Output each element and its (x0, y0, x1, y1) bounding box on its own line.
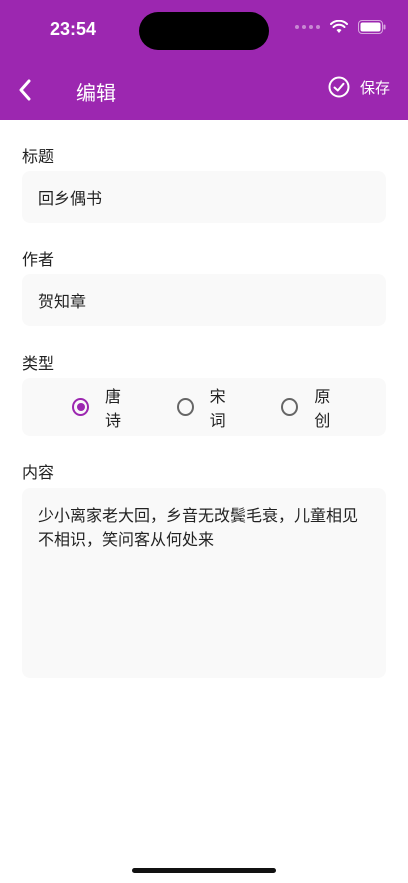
title-value: 回乡偶书 (38, 189, 103, 208)
status-icons (295, 20, 386, 34)
content-label: 内容 (22, 463, 55, 482)
content-textarea[interactable]: 少小离家老大回，乡音无改鬓毛衰，儿童相见不相识，笑问客从何处来 (22, 488, 386, 678)
battery-icon (358, 20, 386, 34)
back-button[interactable] (10, 74, 40, 106)
wifi-icon (330, 20, 348, 33)
author-value: 贺知章 (38, 292, 87, 311)
app-header: 23:54 编辑 保存 (0, 0, 408, 120)
save-button[interactable]: 保存 (328, 76, 390, 98)
radio-label: 唐诗 (104, 387, 121, 430)
radio-unchecked-icon (176, 398, 194, 416)
chevron-left-icon (19, 79, 31, 101)
home-indicator[interactable] (132, 868, 276, 873)
save-label: 保存 (359, 78, 390, 97)
status-time: 23:54 (50, 19, 97, 39)
cellular-dots-icon (295, 25, 320, 29)
radio-option-original[interactable]: 原创 (281, 383, 344, 431)
title-label: 标题 (22, 147, 55, 166)
type-label: 类型 (22, 354, 55, 373)
author-input[interactable]: 贺知章 (22, 274, 386, 326)
type-radio-group: 唐诗 宋词 原创 (22, 378, 386, 436)
radio-label: 宋词 (209, 387, 226, 430)
content-value: 少小离家老大回，乡音无改鬓毛衰，儿童相见不相识，笑问客从何处来 (38, 506, 359, 549)
radio-option-song-ci[interactable]: 宋词 (176, 383, 240, 431)
title-input[interactable]: 回乡偶书 (22, 171, 386, 223)
check-circle-icon (328, 76, 350, 98)
radio-option-tang-poem[interactable]: 唐诗 (72, 383, 135, 431)
page-title: 编辑 (76, 81, 116, 105)
radio-unchecked-icon (281, 398, 299, 416)
author-label: 作者 (22, 250, 55, 269)
dynamic-island (139, 12, 269, 50)
radio-checked-icon (72, 398, 89, 416)
radio-label: 原创 (314, 387, 331, 430)
